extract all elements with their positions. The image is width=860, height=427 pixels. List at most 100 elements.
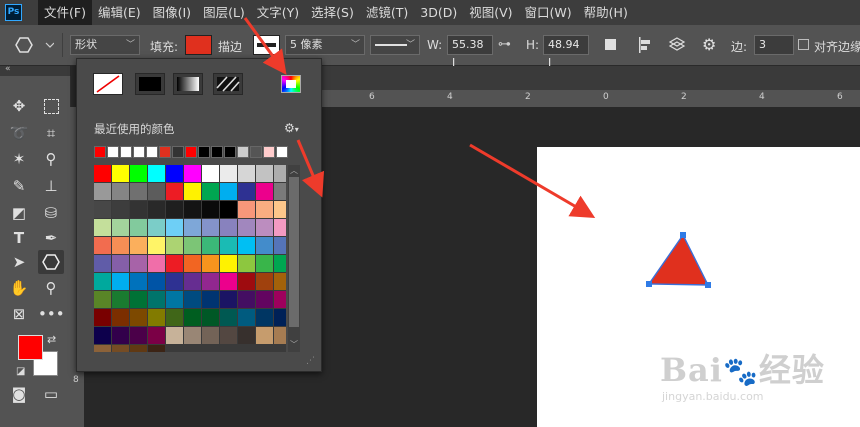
menu-edit[interactable]: 编辑(E) (92, 0, 147, 25)
crop-tool-icon[interactable]: ⌗ (38, 121, 64, 145)
path-operations-icon[interactable] (603, 37, 619, 53)
color-swatch[interactable] (166, 273, 183, 290)
color-swatch[interactable] (130, 273, 147, 290)
menu-view[interactable]: 视图(V) (463, 0, 518, 25)
move-tool-icon[interactable]: ✥ (6, 94, 32, 118)
recent-color-swatch[interactable] (94, 146, 106, 158)
recent-color-swatch[interactable] (172, 146, 184, 158)
color-swatch[interactable] (148, 165, 165, 182)
color-swatch[interactable] (112, 273, 129, 290)
color-swatch[interactable] (148, 255, 165, 272)
color-swatch[interactable] (256, 273, 273, 290)
color-swatch[interactable] (256, 309, 273, 326)
magic-wand-tool-icon[interactable]: ✶ (6, 147, 32, 171)
color-swatch[interactable] (274, 219, 286, 236)
color-swatch[interactable] (184, 183, 201, 200)
color-swatch[interactable] (130, 201, 147, 218)
menu-image[interactable]: 图像(I) (147, 0, 197, 25)
color-swatch[interactable] (130, 309, 147, 326)
color-swatch[interactable] (274, 183, 286, 200)
color-swatch[interactable] (202, 219, 219, 236)
fill-color-swatch[interactable] (185, 35, 212, 55)
height-input[interactable]: 48.94 I (543, 35, 589, 69)
color-swatch[interactable] (220, 201, 237, 218)
color-swatch[interactable] (166, 219, 183, 236)
color-swatch[interactable] (184, 273, 201, 290)
color-swatch[interactable] (202, 165, 219, 182)
color-swatch[interactable] (274, 327, 286, 344)
color-swatch[interactable] (202, 183, 219, 200)
color-swatch[interactable] (130, 327, 147, 344)
color-swatch[interactable] (238, 183, 255, 200)
color-swatch[interactable] (112, 291, 129, 308)
color-swatch[interactable] (238, 255, 255, 272)
scroll-thumb[interactable] (289, 177, 299, 327)
color-swatch[interactable] (274, 237, 286, 254)
pattern-button[interactable] (213, 73, 243, 95)
link-icon[interactable]: ⊶ (498, 37, 516, 53)
gradient-button[interactable] (173, 73, 203, 95)
color-swatch[interactable] (184, 255, 201, 272)
recent-color-swatch[interactable] (107, 146, 119, 158)
lasso-tool-icon[interactable]: ➰ (6, 121, 32, 145)
color-swatch[interactable] (166, 327, 183, 344)
stroke-width-field[interactable]: 5 像素 ﹀ (285, 35, 365, 55)
color-swatch[interactable] (166, 255, 183, 272)
color-swatch[interactable] (166, 237, 183, 254)
recent-color-swatch[interactable] (224, 146, 236, 158)
sides-input[interactable]: 3 (754, 35, 794, 55)
color-swatch[interactable] (94, 165, 111, 182)
swap-colors-icon[interactable]: ⇄ (47, 333, 56, 346)
scroll-up-icon[interactable]: ︿ (290, 165, 298, 176)
color-swatch[interactable] (148, 273, 165, 290)
frame-tool-icon[interactable]: ⊠ (6, 302, 32, 326)
recent-color-swatch[interactable] (120, 146, 132, 158)
solid-color-button[interactable] (135, 73, 165, 95)
color-swatch[interactable] (220, 327, 237, 344)
color-swatch[interactable] (94, 345, 111, 352)
menu-filter[interactable]: 滤镜(T) (360, 0, 414, 25)
more-tools-icon[interactable]: ••• (38, 302, 65, 326)
color-swatch[interactable] (112, 165, 129, 182)
color-swatch[interactable] (220, 255, 237, 272)
color-swatch[interactable] (256, 183, 273, 200)
color-swatch[interactable] (94, 201, 111, 218)
color-swatch[interactable] (112, 183, 129, 200)
color-picker-button[interactable] (281, 75, 301, 93)
recent-color-swatch[interactable] (263, 146, 275, 158)
color-swatch[interactable] (148, 183, 165, 200)
color-swatch[interactable] (184, 219, 201, 236)
color-swatch[interactable] (256, 219, 273, 236)
color-swatch[interactable] (220, 183, 237, 200)
swatch-scrollbar[interactable]: ︿ ﹀ (288, 165, 300, 352)
color-swatch[interactable] (238, 201, 255, 218)
color-swatch[interactable] (184, 237, 201, 254)
color-swatch[interactable] (256, 327, 273, 344)
color-swatch[interactable] (130, 183, 147, 200)
color-swatch[interactable] (130, 291, 147, 308)
color-swatch[interactable] (202, 201, 219, 218)
default-colors-icon[interactable]: ◪ (16, 366, 25, 377)
paint-bucket-tool-icon[interactable]: ⛁ (38, 201, 64, 225)
color-swatch[interactable] (112, 309, 129, 326)
tool-mode-dropdown[interactable]: 形状 ﹀ (70, 35, 140, 55)
color-swatch[interactable] (94, 237, 111, 254)
no-color-button[interactable] (93, 73, 123, 95)
color-swatch[interactable] (130, 237, 147, 254)
photoshop-logo-icon[interactable]: Ps (5, 4, 22, 21)
recent-color-swatch[interactable] (211, 146, 223, 158)
recent-color-swatch[interactable] (133, 146, 145, 158)
color-swatch[interactable] (94, 309, 111, 326)
recent-color-swatch[interactable] (198, 146, 210, 158)
color-swatch[interactable] (112, 345, 129, 352)
color-swatch[interactable] (166, 165, 183, 182)
color-swatch[interactable] (184, 327, 201, 344)
gear-icon[interactable]: ⚙ (702, 36, 720, 54)
color-swatch[interactable] (148, 219, 165, 236)
eyedropper-tool-icon[interactable]: ⚲ (38, 147, 64, 171)
menu-type[interactable]: 文字(Y) (251, 0, 305, 25)
brush-tool-icon[interactable]: ✎ (6, 174, 32, 198)
color-swatch[interactable] (220, 309, 237, 326)
color-swatch[interactable] (94, 327, 111, 344)
color-swatch[interactable] (274, 309, 286, 326)
